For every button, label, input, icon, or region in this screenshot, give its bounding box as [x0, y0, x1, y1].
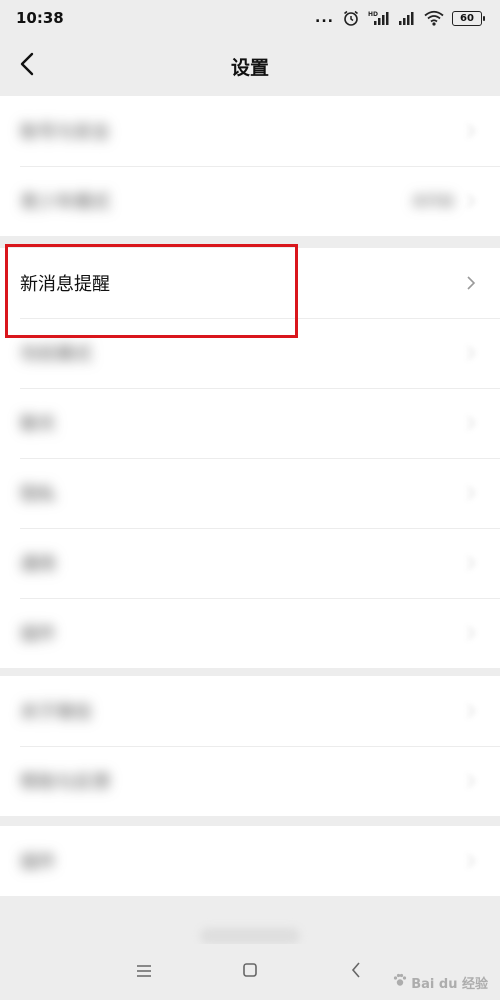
row-label: 通用 [20, 554, 56, 575]
row-label: 插件 [20, 624, 56, 645]
hd-signal-icon: HD [368, 10, 390, 26]
settings-row-teen-mode[interactable]: 青少年模式 未开启 [0, 166, 500, 236]
page-title: 设置 [230, 56, 269, 79]
settings-row-about[interactable]: 关于微信 [0, 676, 500, 746]
row-label: 插件 [20, 852, 56, 873]
settings-row-general[interactable]: 通用 [0, 528, 500, 598]
status-icons: ... HD 60 [315, 9, 485, 27]
chevron-right-icon [466, 702, 478, 720]
chevron-right-icon [466, 274, 478, 292]
signal-icon [398, 10, 416, 26]
row-label: 青少年模式 [20, 192, 110, 213]
battery-indicator: 60 [452, 10, 485, 26]
home-button[interactable] [237, 959, 263, 985]
row-label: 账号与安全 [20, 122, 110, 143]
watermark-text: Bai du 经验 [411, 976, 488, 992]
settings-group-3: 关于微信 帮助与反馈 [0, 676, 500, 816]
settings-group-1: 账号与安全 青少年模式 未开启 [0, 96, 500, 236]
menu-icon [135, 963, 153, 982]
settings-row-chat[interactable]: 聊天 [0, 388, 500, 458]
alarm-icon [342, 9, 360, 27]
chevron-right-icon [466, 852, 478, 870]
settings-row-do-not-disturb[interactable]: 勿扰模式 [0, 318, 500, 388]
chevron-right-icon [466, 624, 478, 642]
row-label-new-message-alert: 新消息提醒 [20, 274, 110, 295]
wifi-icon [424, 10, 444, 26]
settings-group-4: 插件 [0, 826, 500, 896]
home-square-icon [241, 961, 259, 983]
row-label: 勿扰模式 [20, 344, 92, 365]
chevron-left-icon [20, 52, 34, 80]
chevron-right-icon [466, 772, 478, 790]
svg-text:HD: HD [368, 11, 378, 18]
settings-row-extra[interactable]: 插件 [0, 826, 500, 896]
settings-row-help-feedback[interactable]: 帮助与反馈 [0, 746, 500, 816]
row-label: 关于微信 [20, 702, 92, 723]
chevron-right-icon [466, 122, 478, 140]
settings-row-new-message-alert[interactable]: 新消息提醒 [0, 248, 500, 318]
nav-back-button[interactable] [343, 959, 369, 985]
blurred-footer-text [200, 928, 300, 944]
settings-row-account-security[interactable]: 账号与安全 [0, 96, 500, 166]
chevron-right-icon [466, 344, 478, 362]
settings-row-plugins[interactable]: 插件 [0, 598, 500, 668]
header: 设置 [0, 36, 500, 96]
chevron-right-icon [466, 414, 478, 432]
paw-icon [392, 972, 408, 992]
row-label: 聊天 [20, 414, 56, 435]
row-value: 未开启 [412, 194, 454, 210]
chevron-right-icon [466, 554, 478, 572]
back-chevron-icon [350, 961, 362, 983]
more-dots: ... [315, 10, 334, 26]
chevron-right-icon [466, 192, 478, 210]
status-time: 10:38 [16, 9, 64, 27]
settings-group-2: 新消息提醒 勿扰模式 聊天 隐私 通用 插件 [0, 248, 500, 668]
menu-button[interactable] [131, 959, 157, 985]
row-label: 帮助与反馈 [20, 772, 110, 793]
settings-row-privacy[interactable]: 隐私 [0, 458, 500, 528]
back-button[interactable] [12, 50, 42, 82]
watermark: Bai du 经验 [392, 972, 488, 992]
row-label: 隐私 [20, 484, 56, 505]
chevron-right-icon [466, 484, 478, 502]
status-bar: 10:38 ... HD 60 [0, 0, 500, 36]
